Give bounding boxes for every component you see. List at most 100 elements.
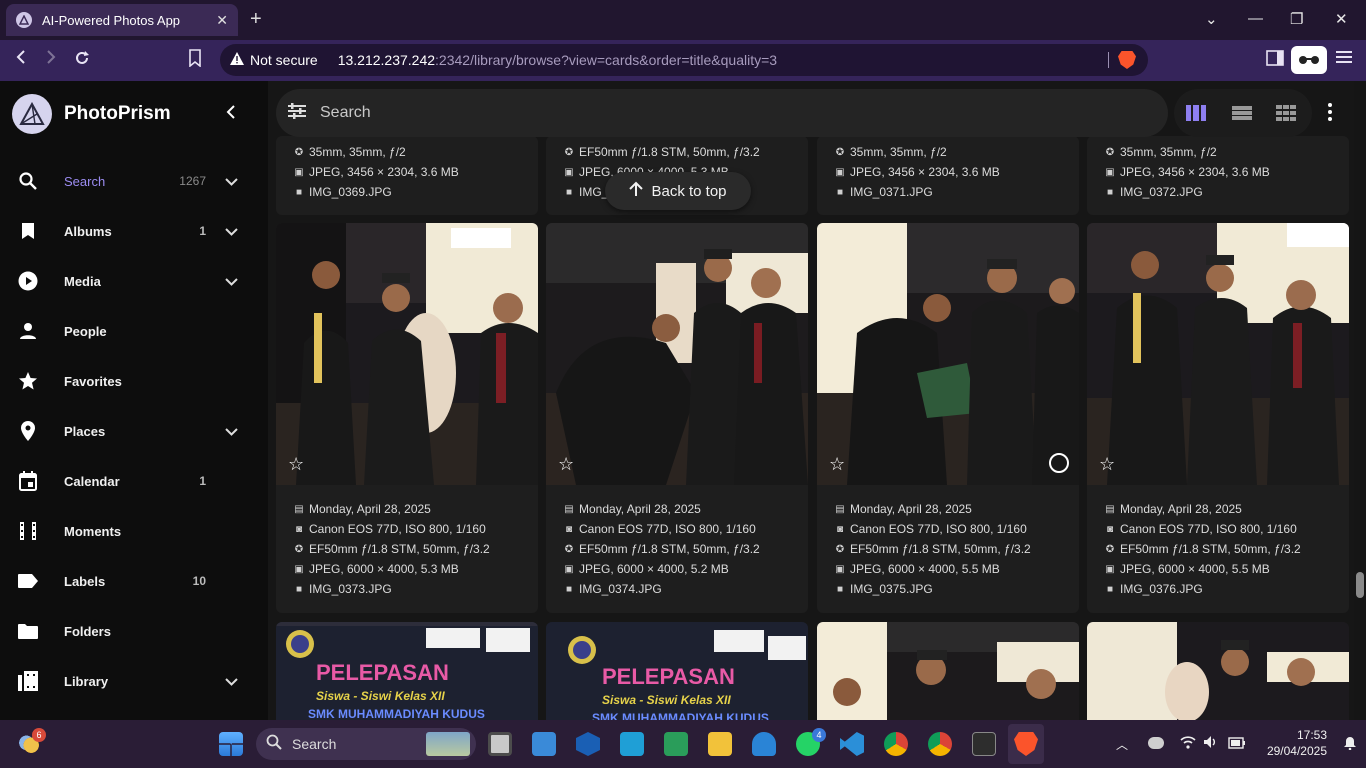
photo-card[interactable]: ✪ 35mm, 35mm, ƒ/2 ▣ JPEG, 3456 × 2304, 3.6… (276, 136, 538, 215)
mosaic-view-icon[interactable] (1276, 105, 1296, 121)
favorite-star-icon[interactable]: ☆ (558, 454, 574, 475)
new-tab-button[interactable]: + (250, 8, 262, 31)
sidebar-item-moments[interactable]: Moments (0, 511, 268, 551)
tray-overflow-icon[interactable]: ︿ (1116, 736, 1128, 753)
card-file-info: JPEG, 6000 × 4000, 5.2 MB (579, 562, 729, 576)
notification-bell-icon[interactable] (1344, 736, 1356, 755)
bookmark-page-icon[interactable] (188, 49, 202, 72)
photo-card[interactable] (817, 622, 1079, 720)
security-label[interactable]: Not secure (250, 52, 318, 68)
chevron-down-icon[interactable] (225, 224, 238, 239)
filter-sliders-icon[interactable] (288, 102, 306, 124)
chevron-down-icon[interactable] (225, 674, 238, 689)
taskbar-search[interactable]: Search (256, 728, 476, 760)
back-icon[interactable] (14, 49, 28, 70)
reload-icon[interactable] (73, 49, 91, 72)
search-bar[interactable]: Search (276, 89, 1168, 137)
cloud-app-icon[interactable] (752, 732, 776, 756)
photoprism-logo-icon (12, 94, 52, 134)
photo-card[interactable]: ✪ 35mm, 35mm, ƒ/2 ▣ JPEG, 3456 × 2304, 3.6… (1087, 136, 1349, 215)
file-icon: ■ (1106, 583, 1114, 595)
photo-thumbnail[interactable]: PELEPASAN Siswa - Siswi Kelas XII SMK MU… (546, 622, 808, 720)
virtualbox-icon[interactable] (576, 732, 600, 756)
search-input[interactable]: Search (320, 104, 371, 122)
url-text[interactable]: 13.212.237.242:2342/library/browse?view=… (338, 52, 777, 68)
page-scrollbar[interactable] (1356, 572, 1364, 598)
photo-card[interactable]: PELEPASAN Siswa - Siswi Kelas XII SMK MU… (276, 622, 538, 720)
widgets-app-icon[interactable] (532, 732, 556, 756)
window-close-icon[interactable]: ✕ (1335, 10, 1348, 28)
tab-search-icon[interactable]: ⌄ (1205, 10, 1218, 28)
sync-app-icon[interactable] (664, 732, 688, 756)
file-explorer-icon[interactable] (708, 732, 732, 756)
brave-shields-icon[interactable] (1118, 51, 1136, 69)
photo-thumbnail[interactable]: PELEPASAN Siswa - Siswi Kelas XII SMK MU… (276, 622, 538, 720)
photo-thumbnail[interactable]: ☆ (1087, 223, 1349, 485)
forward-icon[interactable] (44, 49, 58, 70)
chevron-down-icon[interactable] (225, 174, 238, 189)
chevron-down-icon[interactable] (225, 274, 238, 289)
select-circle-icon[interactable] (1049, 453, 1069, 473)
photo-thumbnail[interactable]: ☆ (817, 223, 1079, 485)
warning-icon[interactable] (230, 52, 244, 68)
browser-tab[interactable]: AI-Powered Photos App ✕ (6, 4, 238, 36)
volume-icon[interactable] (1203, 735, 1219, 754)
photo-card[interactable] (1087, 622, 1349, 720)
sidebar-item-albums[interactable]: Albums 1 (0, 211, 268, 251)
camera-icon: ◙ (565, 523, 573, 535)
onedrive-icon[interactable] (1148, 737, 1164, 749)
lens-icon: ✪ (564, 146, 574, 158)
sidebar-item-search[interactable]: Search 1267 (0, 161, 268, 201)
task-view-icon[interactable] (488, 732, 512, 756)
photo-card[interactable]: ☆ ▤ Monday, April 28, 2025 ◙ Canon EOS 77D… (1087, 223, 1349, 613)
sidebar-item-labels[interactable]: Labels 10 (0, 561, 268, 601)
terminal-icon[interactable] (972, 732, 996, 756)
battery-icon[interactable] (1228, 736, 1246, 754)
photo-card[interactable]: ☆ ▤ Monday, April 28, 2025 ◙ Canon EOS 77D… (546, 223, 808, 613)
address-bar[interactable]: Not secure 13.212.237.242:2342/library/b… (220, 44, 1148, 76)
minimize-icon[interactable]: — (1248, 10, 1263, 27)
folder-icon (18, 621, 38, 641)
photo-thumbnail[interactable] (817, 622, 1079, 720)
wifi-icon[interactable] (1180, 735, 1196, 754)
windows-start-icon[interactable] (219, 732, 243, 756)
favorite-star-icon[interactable]: ☆ (288, 454, 304, 475)
sidebar-item-library[interactable]: Library (0, 661, 268, 701)
app-sidebar: PhotoPrism Search 1267 Albums 1 Media Pe… (0, 81, 268, 720)
sidebar-toggle-icon[interactable] (1266, 50, 1284, 71)
sidebar-item-favorites[interactable]: Favorites (0, 361, 268, 401)
photo-thumbnail[interactable]: ☆ (276, 223, 538, 485)
sidebar-item-media[interactable]: Media (0, 261, 268, 301)
person-icon (18, 321, 38, 341)
cards-view-icon[interactable] (1186, 105, 1206, 121)
photo-card[interactable]: ✪ 35mm, 35mm, ƒ/2 ▣ JPEG, 3456 × 2304, 3.6… (817, 136, 1079, 215)
photo-card[interactable]: ☆ ▤ Monday, April 28, 2025 ◙ Canon EOS 77D… (276, 223, 538, 613)
vscode-icon[interactable] (840, 732, 864, 756)
reader-mode-icon[interactable] (1291, 46, 1327, 74)
photo-thumbnail[interactable] (1087, 622, 1349, 720)
sidebar-item-places[interactable]: Places (0, 411, 268, 451)
sidebar-item-people[interactable]: People (0, 311, 268, 351)
photo-thumbnail[interactable]: ☆ (546, 223, 808, 485)
chrome-profile-icon[interactable] (928, 732, 952, 756)
brand[interactable]: PhotoPrism (12, 94, 171, 134)
tab-close-icon[interactable]: ✕ (216, 12, 228, 29)
more-options-icon[interactable] (1328, 103, 1332, 121)
favorite-star-icon[interactable]: ☆ (829, 454, 845, 475)
photo-card[interactable]: ☆ ▤ Monday, April 28, 2025 ◙ Canon EOS 77D… (817, 223, 1079, 613)
chrome-icon[interactable] (884, 732, 908, 756)
sidebar-item-folders[interactable]: Folders (0, 611, 268, 651)
flash-app-icon[interactable] (620, 732, 644, 756)
back-to-top-button[interactable]: Back to top (605, 172, 751, 210)
sidebar-item-label: Favorites (64, 373, 122, 389)
maximize-icon[interactable]: ❐ (1290, 10, 1303, 28)
photo-card[interactable]: PELEPASAN Siswa - Siswi Kelas XII SMK MU… (546, 622, 808, 720)
card-lens: EF50mm ƒ/1.8 STM, 50mm, ƒ/3.2 (309, 542, 490, 556)
system-clock[interactable]: 17:53 29/04/2025 (1267, 728, 1327, 758)
list-view-icon[interactable] (1232, 105, 1252, 121)
browser-menu-icon[interactable] (1336, 50, 1352, 69)
collapse-sidebar-icon[interactable] (226, 103, 236, 124)
chevron-down-icon[interactable] (225, 424, 238, 439)
favorite-star-icon[interactable]: ☆ (1099, 454, 1115, 475)
sidebar-item-calendar[interactable]: Calendar 1 (0, 461, 268, 501)
